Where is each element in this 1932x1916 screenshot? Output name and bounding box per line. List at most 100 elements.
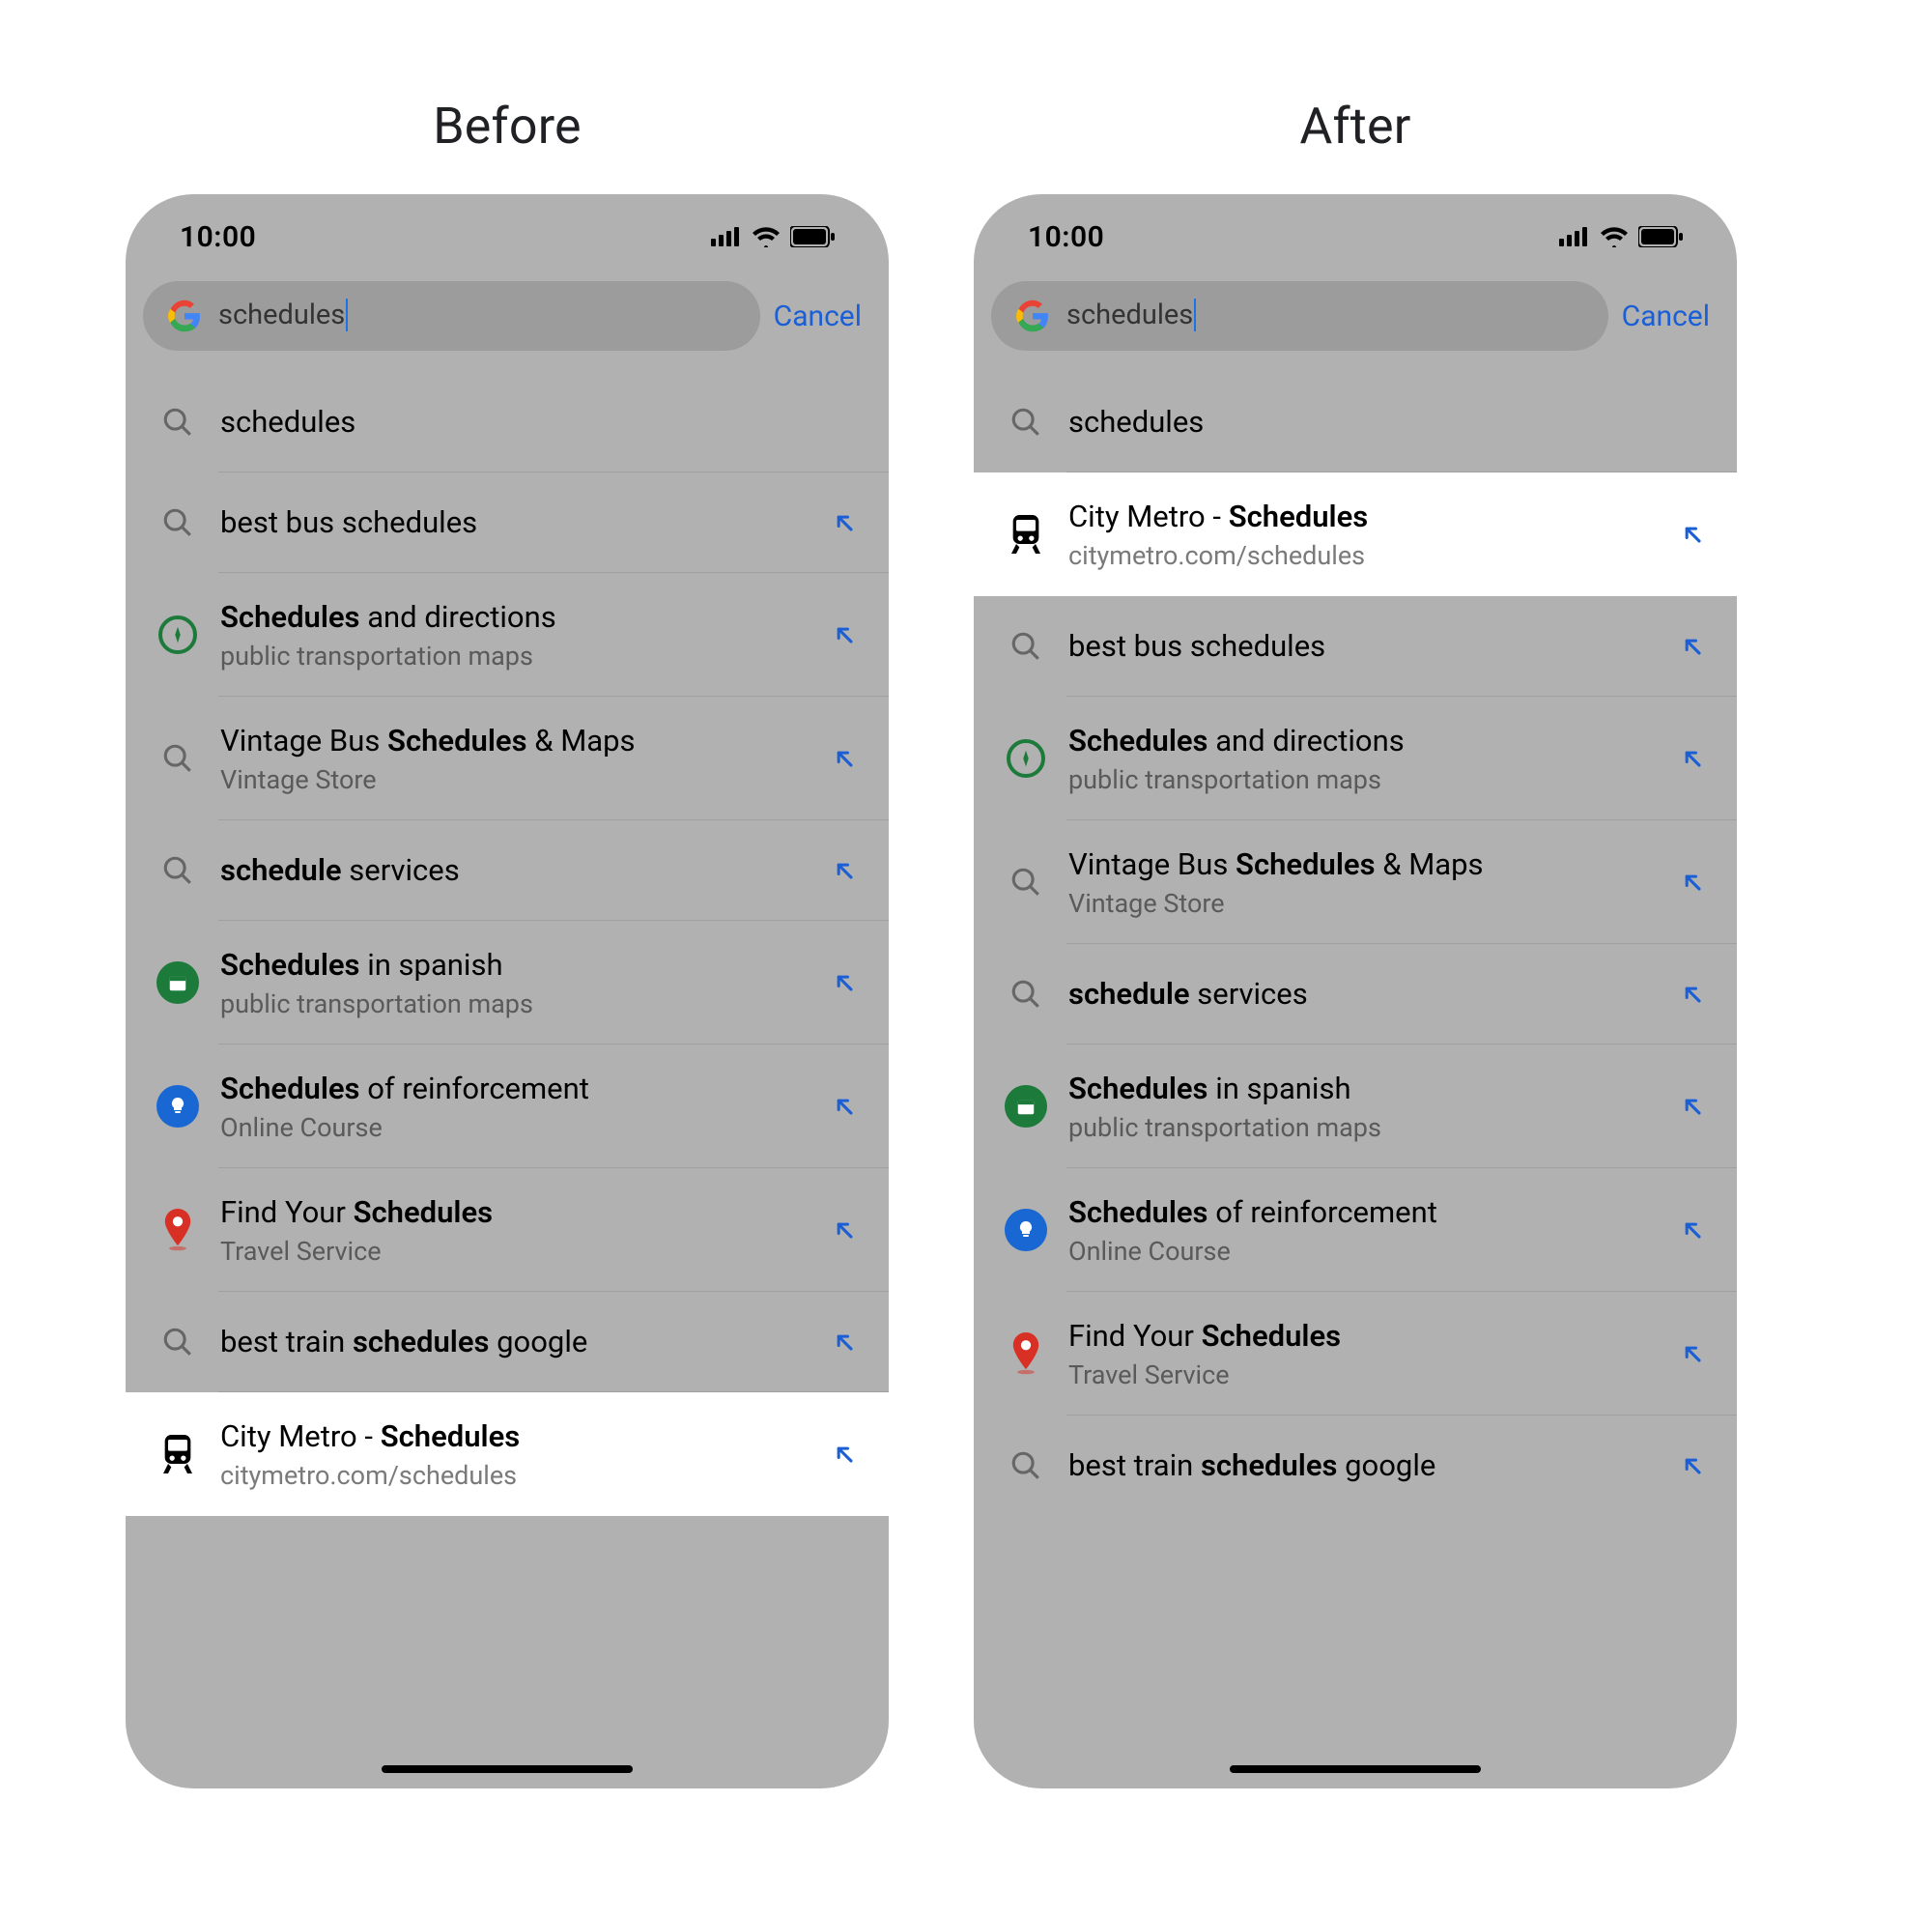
suggestion-row[interactable]: Schedules in spanishpublic transportatio… — [126, 921, 889, 1044]
cancel-button[interactable]: Cancel — [1622, 300, 1719, 333]
search-input[interactable]: schedules — [991, 281, 1608, 351]
suggestion-row[interactable]: schedule services — [974, 944, 1737, 1044]
bulb-icon — [1005, 1209, 1047, 1251]
arrow-up-left-icon[interactable] — [1679, 1216, 1706, 1244]
suggestion-row[interactable]: schedules — [126, 372, 889, 472]
home-indicator[interactable] — [382, 1765, 633, 1773]
compass-icon — [158, 615, 197, 654]
arrow-up-left-icon[interactable] — [831, 621, 858, 648]
suggestion-icon-slot — [147, 506, 209, 539]
suggestion-row[interactable]: best bus schedules — [126, 472, 889, 573]
arrow-up-left-icon[interactable] — [1679, 869, 1706, 896]
suggestion-arrow-slot — [1669, 1452, 1716, 1479]
search-input[interactable]: schedules — [143, 281, 760, 351]
phone-before: 10:00 schedules Cancel schedulesbest bus… — [126, 194, 889, 1788]
suggestion-row[interactable]: Schedules and directionspublic transport… — [126, 573, 889, 697]
suggestion-content: City Metro - Schedulescitymetro.com/sche… — [209, 1417, 821, 1491]
train-icon — [158, 1433, 197, 1475]
suggestion-row[interactable]: Vintage Bus Schedules & MapsVintage Stor… — [126, 697, 889, 820]
suggestion-arrow-slot — [821, 1441, 867, 1468]
status-icons — [711, 226, 835, 247]
suggestion-title: schedule services — [220, 851, 810, 890]
suggestion-title: best train schedules google — [1068, 1446, 1658, 1485]
suggestion-arrow-slot — [1669, 521, 1716, 548]
wifi-icon — [1600, 226, 1629, 247]
cellular-icon — [1559, 227, 1590, 246]
suggestion-row[interactable]: Schedules of reinforcementOnline Course — [974, 1168, 1737, 1292]
google-logo-icon — [1016, 300, 1049, 332]
search-row: schedules Cancel — [126, 272, 889, 372]
arrow-up-left-icon[interactable] — [831, 509, 858, 536]
suggestion-row[interactable]: schedules — [974, 372, 1737, 472]
suggestion-subtitle: Travel Service — [220, 1236, 810, 1267]
arrow-up-left-icon[interactable] — [831, 745, 858, 772]
suggestion-icon-slot — [147, 854, 209, 887]
wifi-icon — [752, 226, 781, 247]
arrow-up-left-icon[interactable] — [831, 1093, 858, 1120]
arrow-up-left-icon[interactable] — [1679, 521, 1706, 548]
suggestion-row[interactable]: Vintage Bus Schedules & MapsVintage Stor… — [974, 820, 1737, 944]
suggestion-icon-slot — [995, 1449, 1057, 1482]
suggestion-title: best bus schedules — [1068, 627, 1658, 666]
search-icon — [1009, 406, 1042, 439]
arrow-up-left-icon[interactable] — [831, 1441, 858, 1468]
calendar-icon — [156, 961, 199, 1004]
suggestion-row[interactable]: best train schedules google — [126, 1292, 889, 1392]
suggestion-row[interactable]: Find Your SchedulesTravel Service — [974, 1292, 1737, 1416]
status-time: 10:00 — [180, 220, 256, 254]
arrow-up-left-icon[interactable] — [831, 857, 858, 884]
home-indicator[interactable] — [1230, 1765, 1481, 1773]
suggestion-arrow-slot — [821, 1093, 867, 1120]
suggestion-title: best train schedules google — [220, 1323, 810, 1361]
suggestion-content: schedule services — [1057, 975, 1669, 1014]
suggestion-icon-slot — [147, 742, 209, 775]
suggestion-row[interactable]: Find Your SchedulesTravel Service — [126, 1168, 889, 1292]
text-caret — [1194, 299, 1196, 331]
arrow-up-left-icon[interactable] — [1679, 745, 1706, 772]
arrow-up-left-icon[interactable] — [831, 1329, 858, 1356]
suggestion-arrow-slot — [821, 509, 867, 536]
suggestion-subtitle: public transportation maps — [1068, 1112, 1658, 1143]
suggestion-title: Schedules and directions — [1068, 722, 1658, 760]
suggestion-content: Schedules and directionspublic transport… — [209, 598, 821, 672]
suggestions-list-before: schedulesbest bus schedules Schedules and… — [126, 372, 889, 1516]
suggestion-subtitle: public transportation maps — [1068, 764, 1658, 795]
suggestion-row[interactable]: schedule services — [126, 820, 889, 921]
arrow-up-left-icon[interactable] — [1679, 1093, 1706, 1120]
suggestion-row[interactable]: City Metro - Schedulescitymetro.com/sche… — [974, 472, 1737, 596]
arrow-up-left-icon[interactable] — [831, 969, 858, 996]
suggestion-row[interactable]: best bus schedules — [974, 596, 1737, 697]
arrow-up-left-icon[interactable] — [831, 1216, 858, 1244]
compass-icon — [1007, 739, 1045, 778]
cancel-button[interactable]: Cancel — [774, 300, 871, 333]
search-icon — [161, 1326, 194, 1358]
suggestion-row[interactable]: Schedules of reinforcementOnline Course — [126, 1044, 889, 1168]
suggestion-icon-slot — [995, 406, 1057, 439]
suggestion-icon-slot — [995, 630, 1057, 663]
suggestion-row[interactable]: Schedules and directions public transport… — [974, 697, 1737, 820]
suggestion-title: Schedules of reinforcement — [220, 1070, 810, 1108]
suggestion-row[interactable]: Schedules in spanishpublic transportatio… — [974, 1044, 1737, 1168]
suggestion-arrow-slot — [821, 857, 867, 884]
search-query: schedules — [1066, 299, 1196, 332]
suggestions-list-after: schedules City Metro - Schedulescitymetro… — [974, 372, 1737, 1516]
arrow-up-left-icon[interactable] — [1679, 981, 1706, 1008]
suggestion-content: City Metro - Schedulescitymetro.com/sche… — [1057, 498, 1669, 571]
heading-after: After — [974, 97, 1737, 156]
suggestion-icon-slot — [147, 1209, 209, 1251]
suggestion-icon-slot — [995, 513, 1057, 556]
suggestion-row[interactable]: best train schedules google — [974, 1416, 1737, 1516]
suggestion-title: Schedules and directions — [220, 598, 810, 637]
map-pin-icon — [1009, 1332, 1043, 1375]
search-icon — [161, 742, 194, 775]
suggestion-content: Vintage Bus Schedules & MapsVintage Stor… — [209, 722, 821, 795]
suggestion-content: best train schedules google — [1057, 1446, 1669, 1485]
suggestion-title: Schedules of reinforcement — [1068, 1193, 1658, 1232]
arrow-up-left-icon[interactable] — [1679, 633, 1706, 660]
battery-icon — [790, 226, 835, 247]
arrow-up-left-icon[interactable] — [1679, 1452, 1706, 1479]
status-time: 10:00 — [1028, 220, 1104, 254]
arrow-up-left-icon[interactable] — [1679, 1340, 1706, 1367]
train-icon — [1007, 513, 1045, 556]
suggestion-row[interactable]: City Metro - Schedulescitymetro.com/sche… — [126, 1392, 889, 1516]
